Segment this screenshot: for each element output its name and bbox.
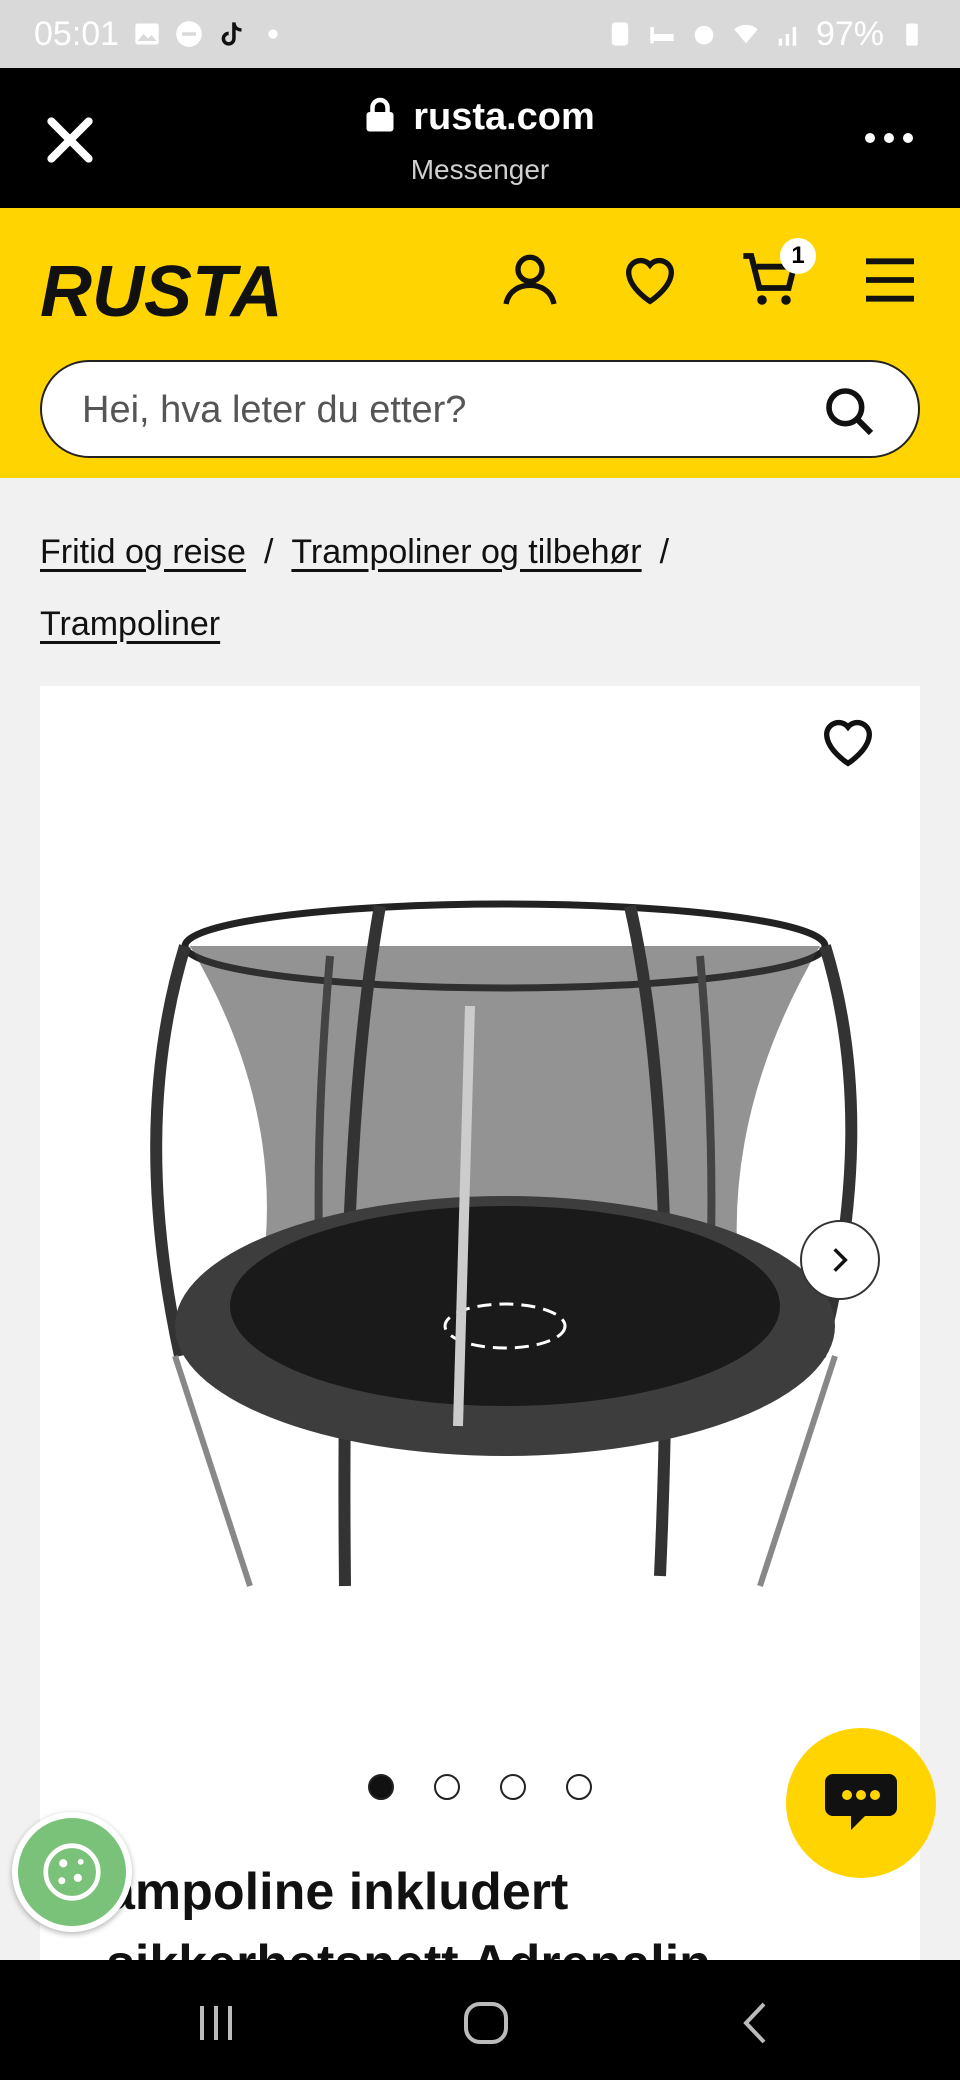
- wishlist-heart-icon[interactable]: [618, 248, 682, 312]
- back-icon[interactable]: [726, 2000, 786, 2046]
- cart-count-badge: 1: [780, 238, 816, 274]
- recent-apps-icon[interactable]: [186, 2000, 246, 2046]
- chevron-right-icon: [833, 1248, 848, 1272]
- battery-percent: 97%: [815, 14, 884, 53]
- status-time: 05:01: [34, 14, 120, 53]
- gallery-icon: [135, 23, 159, 45]
- site-header: RUSTA 1: [0, 208, 960, 478]
- search-input[interactable]: [82, 382, 822, 438]
- rusta-logo[interactable]: RUSTA: [40, 248, 300, 328]
- product-image-trampoline[interactable]: [140, 886, 860, 1626]
- browser-subtitle: Messenger: [410, 154, 550, 185]
- browser-url: rusta.com: [0, 96, 960, 139]
- svg-text:RUSTA: RUSTA: [40, 252, 283, 328]
- alarm-icon: [694, 25, 714, 45]
- tiktok-icon: [221, 22, 242, 46]
- url-text: rusta.com: [413, 96, 595, 138]
- carousel-dot-4[interactable]: [566, 1774, 592, 1800]
- home-icon[interactable]: [456, 2000, 516, 2046]
- carousel-dot-2[interactable]: [434, 1774, 460, 1800]
- status-bar: 05:01 97%: [0, 0, 960, 68]
- in-app-browser-bar: rusta.com Messenger: [0, 68, 960, 208]
- chat-bubble-icon: [825, 1774, 897, 1830]
- system-nav-bar: [0, 1960, 960, 2080]
- breadcrumb-link-fritid[interactable]: Fritid og reise: [40, 533, 246, 571]
- breadcrumb-link-trampoliner[interactable]: Trampoliner: [40, 605, 220, 643]
- menu-hamburger-icon[interactable]: [858, 248, 922, 312]
- cookie-icon: [43, 1843, 101, 1901]
- search-bar: [40, 360, 920, 458]
- carousel-next-button[interactable]: [800, 1220, 880, 1300]
- product-title-line1: ampoline inkludert: [106, 1863, 569, 1921]
- notification-dot-icon: [268, 29, 278, 39]
- breadcrumb: Fritid og reise / Trampoliner og tilbehør /…: [40, 516, 920, 660]
- product-card: ampoline inkludert sikkerhetsnett Adrena…: [40, 686, 920, 2080]
- carousel-dot-3[interactable]: [500, 1774, 526, 1800]
- carousel-dot-1[interactable]: [368, 1774, 394, 1800]
- chat-button[interactable]: [786, 1728, 936, 1878]
- lock-icon: [366, 97, 394, 132]
- favorite-heart-icon[interactable]: [816, 710, 880, 774]
- battery-icon: [906, 23, 918, 46]
- data-saver-icon: [611, 22, 629, 46]
- do-not-disturb-icon: [176, 21, 202, 47]
- signal-icon: [778, 27, 797, 46]
- search-icon[interactable]: [822, 384, 878, 440]
- breadcrumb-link-trampoliner-tilbehor[interactable]: Trampoliner og tilbehør: [291, 533, 641, 571]
- breadcrumb-separator: /: [659, 533, 670, 571]
- account-icon[interactable]: [498, 248, 562, 312]
- wifi-icon: [734, 24, 758, 44]
- sleep-mode-icon: [650, 27, 674, 44]
- cookie-settings-button[interactable]: [12, 1812, 132, 1932]
- breadcrumb-separator: /: [263, 533, 274, 571]
- more-options-icon[interactable]: [864, 130, 914, 146]
